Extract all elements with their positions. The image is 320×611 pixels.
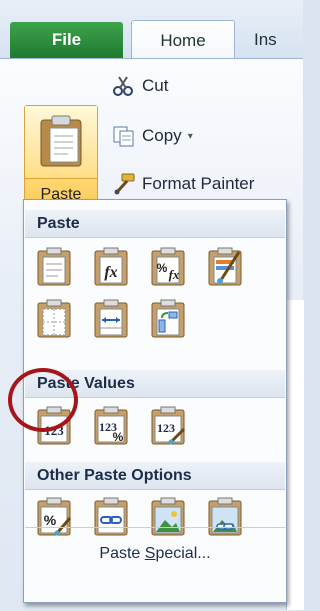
- paste-special-prefix: Paste: [99, 545, 145, 562]
- svg-text:%: %: [44, 512, 57, 528]
- worksheet-edge: [286, 300, 304, 610]
- copy-label: Copy: [142, 126, 182, 145]
- cut-button[interactable]: Cut: [112, 73, 168, 99]
- tab-insert[interactable]: Ins: [254, 22, 277, 58]
- paste-special-accelerator: S: [144, 545, 156, 562]
- tab-file[interactable]: File: [10, 22, 123, 58]
- paste-special-suffix: pecial...: [155, 545, 211, 562]
- clipboard-icon: [40, 115, 82, 167]
- paintbrush-icon: [114, 173, 135, 195]
- values-source-formatting-icon[interactable]: 123: [148, 405, 188, 447]
- picture-icon[interactable]: [148, 496, 188, 538]
- copy-button[interactable]: Copy ▾: [112, 123, 193, 149]
- svg-text:%: %: [157, 261, 168, 275]
- format-painter-button[interactable]: Format Painter: [112, 171, 254, 197]
- section-header-paste: Paste: [25, 210, 285, 238]
- svg-text:123: 123: [157, 421, 175, 435]
- paste-special-item[interactable]: Paste Special...: [24, 545, 286, 563]
- keep-column-widths-icon[interactable]: [91, 298, 131, 340]
- highlight-circle: [8, 368, 78, 432]
- cut-label: Cut: [142, 76, 169, 95]
- formulas-icon[interactable]: fx: [91, 246, 131, 288]
- linked-picture-icon[interactable]: [205, 496, 245, 538]
- svg-text:%: %: [113, 430, 124, 444]
- ribbon-tabstrip: File Home Ins: [0, 0, 303, 61]
- paste-button-top[interactable]: [25, 106, 97, 179]
- keep-source-formatting-icon[interactable]: [205, 246, 245, 288]
- formatting-icon[interactable]: %: [34, 496, 74, 538]
- paste-link-icon[interactable]: [91, 496, 131, 538]
- tab-home[interactable]: Home: [131, 20, 235, 61]
- format-painter-label: Format Painter: [142, 174, 255, 193]
- copy-icon: [113, 126, 134, 147]
- svg-text:fx: fx: [169, 267, 180, 282]
- values-number-formatting-icon[interactable]: 123%: [91, 405, 131, 447]
- chevron-down-icon[interactable]: ▾: [188, 131, 193, 142]
- formulas-number-formatting-icon[interactable]: % fx: [148, 246, 188, 288]
- menu-divider: [25, 527, 285, 528]
- scissors-icon: [113, 76, 133, 96]
- svg-text:fx: fx: [104, 264, 117, 281]
- section-header-other-paste-options: Other Paste Options: [25, 462, 285, 490]
- paste-icon[interactable]: [34, 246, 74, 288]
- transpose-icon[interactable]: [148, 298, 188, 340]
- no-borders-icon[interactable]: [34, 298, 74, 340]
